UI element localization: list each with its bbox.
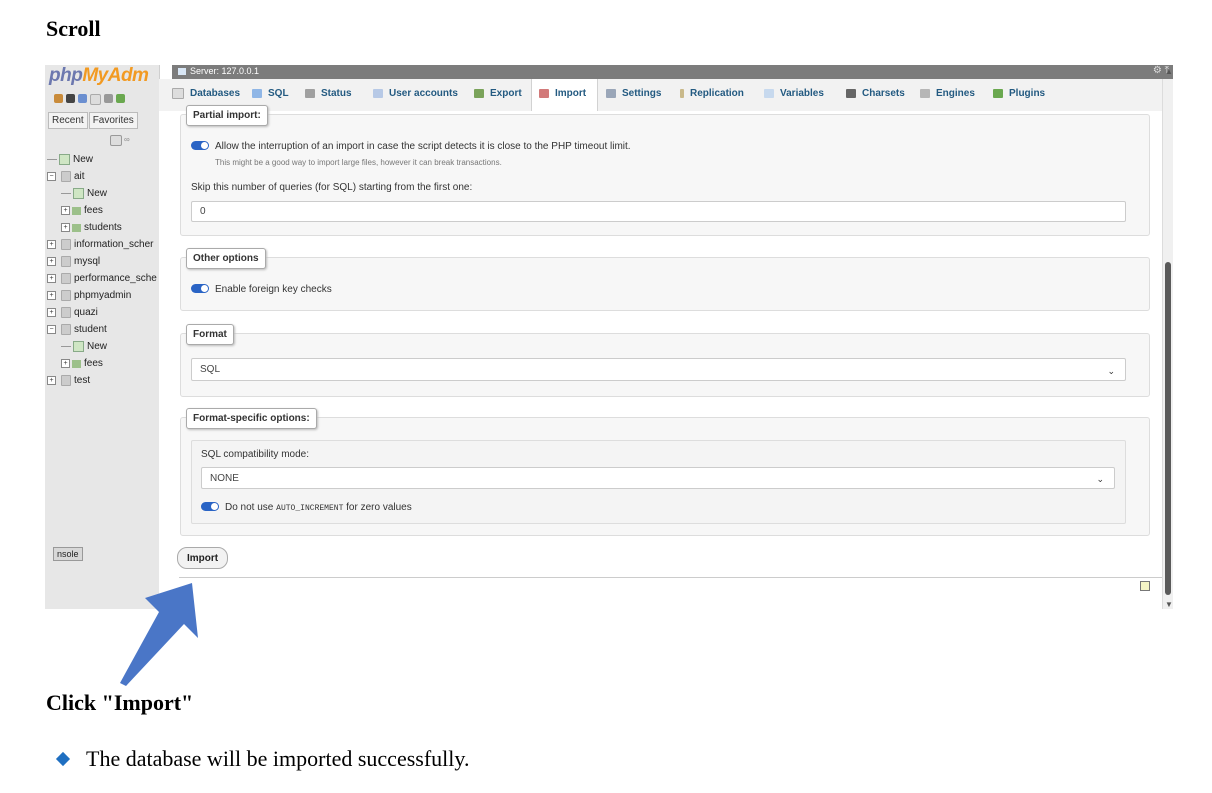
pointer-arrow-icon [120,583,198,686]
click-import-heading: Click "Import" [46,690,194,715]
result-text: The database will be imported successful… [86,746,470,771]
annotation-overlay [120,583,198,686]
bullet-diamond-icon [55,751,71,767]
result-bullet: The database will be imported successful… [55,746,470,772]
